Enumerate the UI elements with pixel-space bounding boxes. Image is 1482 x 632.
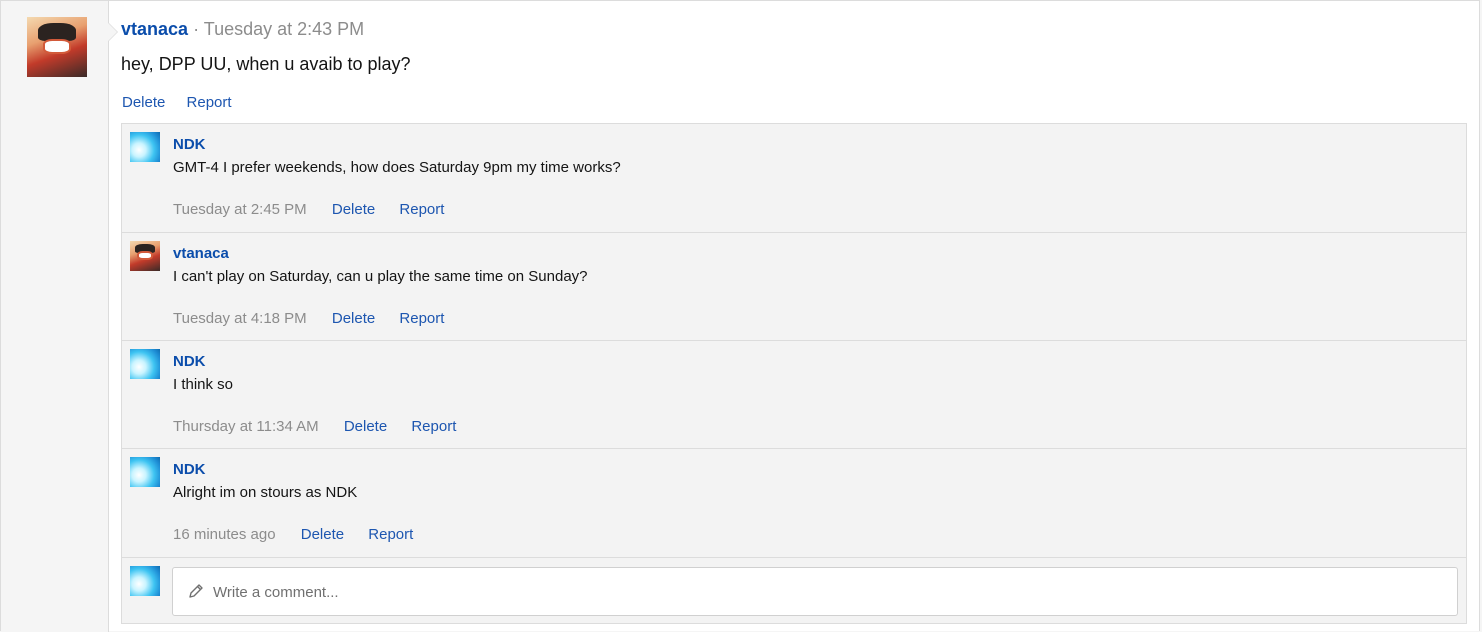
vtanaca-avatar[interactable] — [27, 17, 87, 77]
comment-delete-link[interactable]: Delete — [301, 526, 344, 543]
comment-report-link[interactable]: Report — [399, 201, 444, 218]
post-username[interactable]: vtanaca — [121, 19, 188, 39]
comment-delete-link[interactable]: Delete — [344, 418, 387, 435]
post-header: vtanaca · Tuesday at 2:43 PM — [121, 19, 364, 40]
comment-meta: Tuesday at 4:18 PM Delete Report — [173, 310, 464, 327]
comment-input[interactable] — [211, 568, 1445, 617]
comment-report-link[interactable]: Report — [368, 526, 413, 543]
comment-timestamp[interactable]: Thursday at 11:34 AM — [173, 418, 319, 435]
ndk-avatar[interactable] — [130, 132, 160, 162]
separator-dot: · — [193, 19, 200, 39]
comment-meta: Tuesday at 2:45 PM Delete Report — [173, 201, 464, 218]
comment-text: I think so — [173, 376, 234, 393]
comment-item: NDK Alright im on stours as NDK 16 minut… — [122, 449, 1466, 558]
comment-username[interactable]: NDK — [173, 136, 206, 153]
vtanaca-avatar[interactable] — [130, 241, 160, 271]
comment-meta: Thursday at 11:34 AM Delete Report — [173, 418, 476, 435]
post-timestamp[interactable]: Tuesday at 2:43 PM — [204, 19, 364, 39]
comment-report-link[interactable]: Report — [411, 418, 456, 435]
comment-timestamp[interactable]: Tuesday at 4:18 PM — [173, 310, 307, 327]
comment-timestamp[interactable]: Tuesday at 2:45 PM — [173, 201, 307, 218]
comment-text: Alright im on stours as NDK — [173, 484, 358, 501]
comment-item: NDK I think so Thursday at 11:34 AM Dele… — [122, 341, 1466, 449]
comment-delete-link[interactable]: Delete — [332, 201, 375, 218]
comment-username[interactable]: NDK — [173, 353, 206, 370]
ndk-avatar[interactable] — [130, 457, 160, 487]
current-user-avatar[interactable] — [130, 566, 160, 596]
comment-username[interactable]: NDK — [173, 461, 206, 478]
avatar-column — [1, 1, 109, 632]
write-comment-row — [122, 558, 1466, 624]
comment-delete-link[interactable]: Delete — [332, 310, 375, 327]
comment-text: I can't play on Saturday, can u play the… — [173, 268, 588, 285]
comment-item: vtanaca I can't play on Saturday, can u … — [122, 233, 1466, 341]
comments-section: NDK GMT-4 I prefer weekends, how does Sa… — [121, 123, 1467, 624]
post-delete-link[interactable]: Delete — [122, 94, 165, 111]
profile-post-frame: vtanaca · Tuesday at 2:43 PM hey, DPP UU… — [0, 0, 1480, 632]
comment-meta: 16 minutes ago Delete Report — [173, 526, 433, 543]
post-body: hey, DPP UU, when u avaib to play? — [121, 54, 411, 74]
post-report-link[interactable]: Report — [187, 94, 232, 111]
comment-username[interactable]: vtanaca — [173, 245, 229, 262]
post-actions: Delete Report — [122, 94, 249, 111]
pencil-icon — [187, 582, 205, 600]
comment-report-link[interactable]: Report — [399, 310, 444, 327]
comment-item: NDK GMT-4 I prefer weekends, how does Sa… — [122, 124, 1466, 233]
comment-text: GMT-4 I prefer weekends, how does Saturd… — [173, 159, 621, 176]
comment-timestamp[interactable]: 16 minutes ago — [173, 526, 276, 543]
comment-input-box[interactable] — [172, 567, 1458, 617]
ndk-avatar[interactable] — [130, 349, 160, 379]
